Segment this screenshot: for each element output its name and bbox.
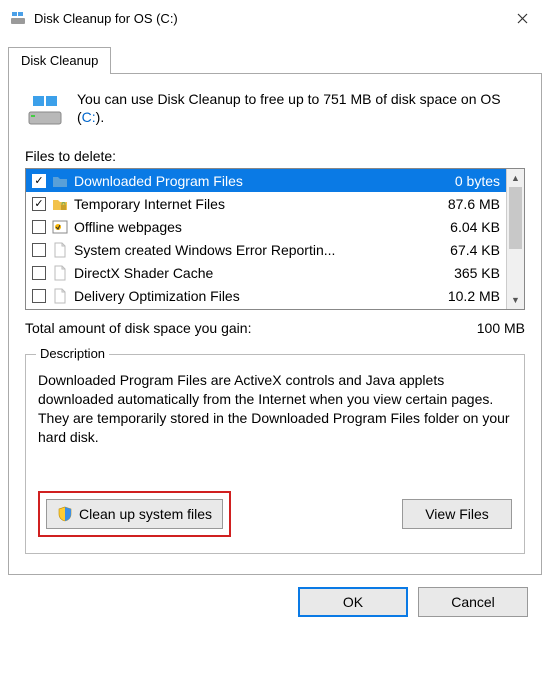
drive-icon	[25, 90, 65, 130]
list-item-name: Temporary Internet Files	[74, 196, 424, 212]
list-item[interactable]: Offline webpages 6.04 KB	[26, 215, 506, 238]
list-item[interactable]: System created Windows Error Reportin...…	[26, 238, 506, 261]
list-item[interactable]: ✓ Downloaded Program Files 0 bytes	[26, 169, 506, 192]
cleanup-system-highlight: Clean up system files	[38, 491, 231, 537]
offline-icon	[52, 219, 68, 235]
ok-label: OK	[343, 594, 363, 610]
list-item-name: Offline webpages	[74, 219, 424, 235]
file-icon	[52, 288, 68, 304]
files-listbox[interactable]: ✓ Downloaded Program Files 0 bytes ✓ Tempora…	[25, 168, 525, 310]
list-item-size: 10.2 MB	[432, 288, 500, 304]
list-item[interactable]: Delivery Optimization Files 10.2 MB	[26, 284, 506, 307]
disk-cleanup-icon	[10, 10, 26, 26]
intro-text-after: ).	[96, 109, 105, 125]
dialog-body: Disk Cleanup You can use Disk Cleanup to…	[0, 46, 550, 625]
list-item[interactable]: ✓ Temporary Internet Files 87.6 MB	[26, 192, 506, 215]
clean-up-system-files-button[interactable]: Clean up system files	[46, 499, 223, 529]
list-item-size: 67.4 KB	[432, 242, 500, 258]
drive-link[interactable]: C:	[82, 109, 96, 125]
total-label: Total amount of disk space you gain:	[25, 320, 251, 336]
ok-button[interactable]: OK	[298, 587, 408, 617]
clean-up-system-files-label: Clean up system files	[79, 506, 212, 522]
view-files-button[interactable]: View Files	[402, 499, 512, 529]
checkbox[interactable]	[32, 266, 46, 280]
checkbox[interactable]	[32, 220, 46, 234]
dialog-buttons: OK Cancel	[8, 575, 542, 617]
file-icon	[52, 265, 68, 281]
tab-strip: Disk Cleanup	[8, 46, 542, 73]
cancel-label: Cancel	[451, 594, 495, 610]
description-heading: Description	[36, 346, 109, 361]
scroll-up-button[interactable]: ▲	[507, 169, 524, 187]
tab-panel: You can use Disk Cleanup to free up to 7…	[8, 73, 542, 575]
list-item-size: 0 bytes	[432, 173, 500, 189]
checkbox[interactable]: ✓	[32, 197, 46, 211]
total-row: Total amount of disk space you gain: 100…	[25, 320, 525, 336]
list-item-size: 6.04 KB	[432, 219, 500, 235]
intro-text-before: You can use Disk Cleanup to free up to 7…	[77, 91, 501, 125]
list-item-name: System created Windows Error Reportin...	[74, 242, 424, 258]
list-item-size: 87.6 MB	[432, 196, 500, 212]
view-files-label: View Files	[425, 506, 489, 522]
checkbox[interactable]: ✓	[32, 174, 46, 188]
folder-lock-icon	[52, 196, 68, 212]
intro-row: You can use Disk Cleanup to free up to 7…	[25, 90, 525, 130]
tab-disk-cleanup[interactable]: Disk Cleanup	[8, 47, 111, 74]
scroll-down-button[interactable]: ▼	[507, 291, 524, 309]
cancel-button[interactable]: Cancel	[418, 587, 528, 617]
list-item-name: Downloaded Program Files	[74, 173, 424, 189]
scroll-track[interactable]	[507, 187, 524, 291]
shield-icon	[57, 506, 73, 522]
file-icon	[52, 242, 68, 258]
list-item-name: DirectX Shader Cache	[74, 265, 424, 281]
list-item[interactable]: DirectX Shader Cache 365 KB	[26, 261, 506, 284]
window-title: Disk Cleanup for OS (C:)	[34, 11, 502, 26]
list-item-size: 365 KB	[432, 265, 500, 281]
close-button[interactable]	[502, 4, 542, 32]
folder-blue-icon	[52, 173, 68, 189]
scroll-thumb[interactable]	[509, 187, 522, 249]
scrollbar[interactable]: ▲ ▼	[506, 169, 524, 309]
total-value: 100 MB	[477, 320, 525, 336]
files-to-delete-label: Files to delete:	[25, 148, 525, 164]
intro-text: You can use Disk Cleanup to free up to 7…	[77, 90, 525, 126]
list-item-name: Delivery Optimization Files	[74, 288, 424, 304]
checkbox[interactable]	[32, 243, 46, 257]
description-group: Description Downloaded Program Files are…	[25, 354, 525, 554]
titlebar: Disk Cleanup for OS (C:)	[0, 0, 550, 34]
checkbox[interactable]	[32, 289, 46, 303]
description-text: Downloaded Program Files are ActiveX con…	[38, 371, 512, 447]
